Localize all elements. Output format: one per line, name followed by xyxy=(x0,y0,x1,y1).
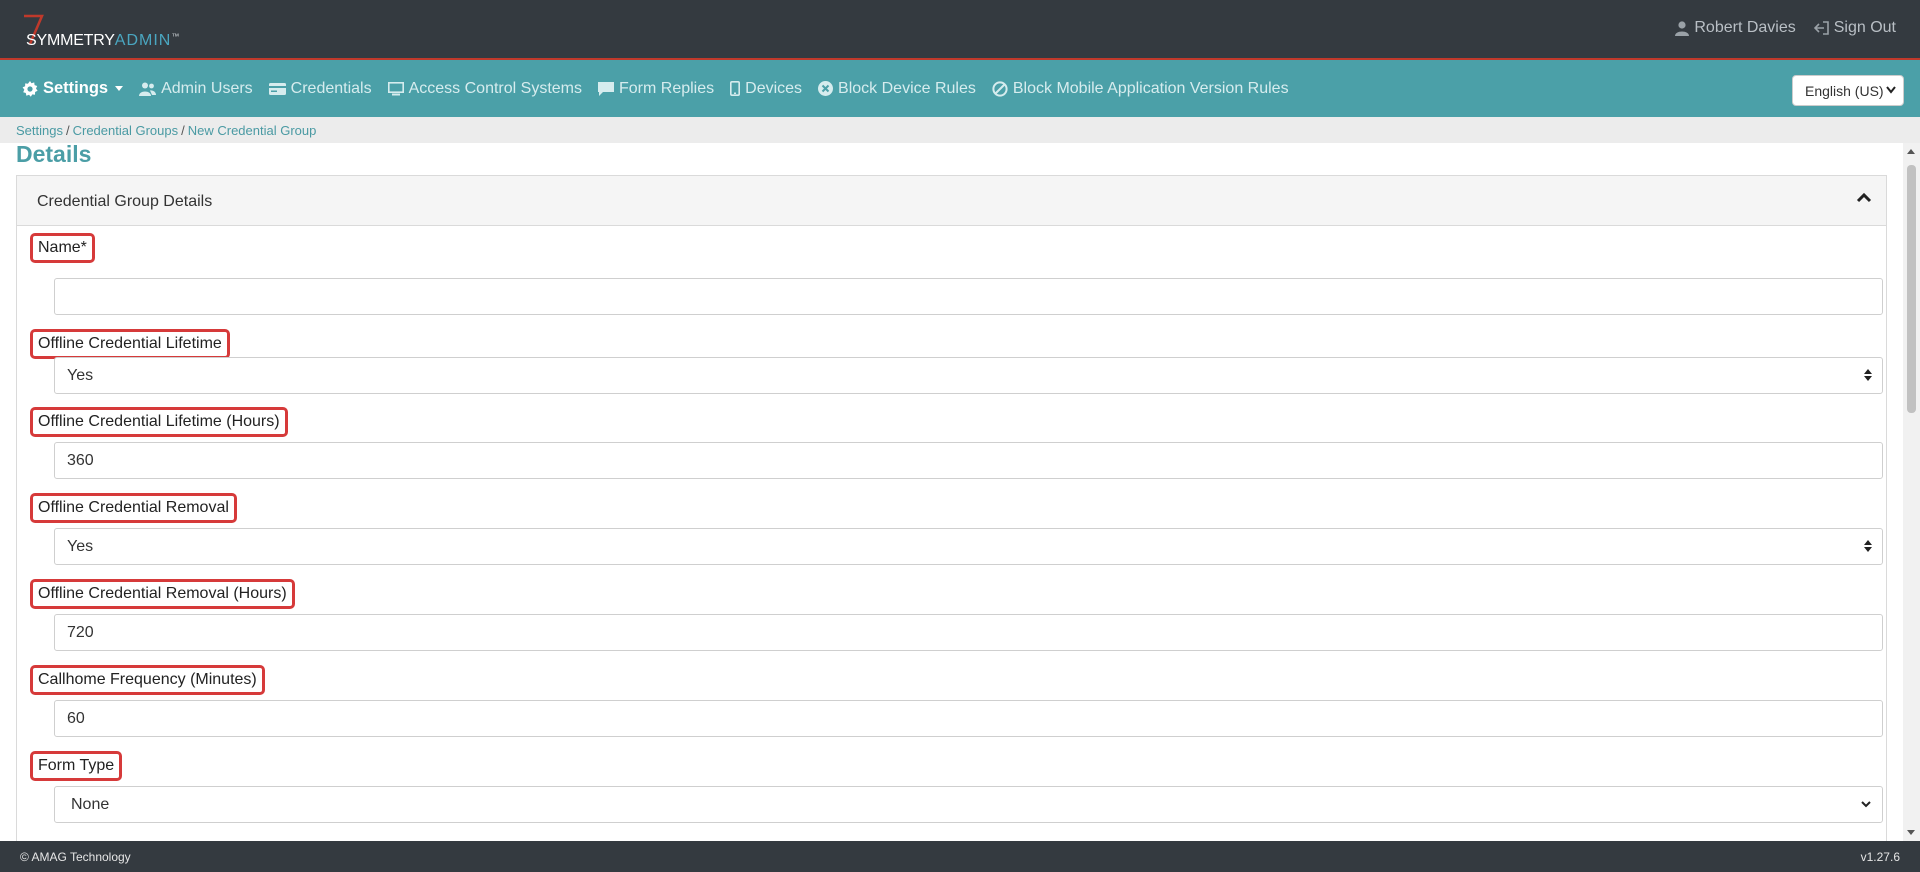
nav-credentials[interactable]: Credentials xyxy=(268,79,372,98)
block-circle-x-icon xyxy=(818,81,834,96)
sort-arrows-icon xyxy=(1864,540,1872,552)
breadcrumb-separator: / xyxy=(65,123,70,138)
nav-form-replies[interactable]: Form Replies xyxy=(598,80,714,98)
name-label: Name* xyxy=(30,233,95,263)
logo-text-admin: ADMIN xyxy=(114,32,172,49)
offline-credential-removal-value: Yes xyxy=(67,538,94,555)
offline-credential-lifetime-hours-input[interactable]: 360 xyxy=(54,442,1883,479)
form-type-select[interactable]: None xyxy=(54,786,1883,823)
offline-credential-removal-hours-label: Offline Credential Removal (Hours) xyxy=(30,579,295,609)
user-name: Robert Davies xyxy=(1694,19,1796,36)
sign-out-link[interactable]: Sign Out xyxy=(1813,19,1896,37)
callhome-frequency-value: 60 xyxy=(67,710,85,727)
top-bar: SYMMETRYADMIN™ Robert Davies Sign Out xyxy=(0,0,1920,60)
offline-credential-lifetime-label: Offline Credential Lifetime xyxy=(30,329,230,359)
offline-credential-lifetime-hours-label: Offline Credential Lifetime (Hours) xyxy=(30,407,288,437)
mobile-icon xyxy=(730,81,741,96)
footer-copyright: © AMAG Technology xyxy=(20,850,131,864)
monitor-icon xyxy=(387,81,404,95)
callhome-frequency-label: Callhome Frequency (Minutes) xyxy=(30,665,265,695)
nav-form-replies-label: Form Replies xyxy=(619,79,715,97)
offline-credential-removal-hours-value: 720 xyxy=(67,624,94,641)
card-header-title: Credential Group Details xyxy=(37,193,213,210)
breadcrumb-settings[interactable]: Settings xyxy=(16,123,63,138)
form-type-value: None xyxy=(71,796,110,813)
offline-credential-removal-select[interactable]: Yes xyxy=(54,528,1883,565)
offline-credential-lifetime-hours-value: 360 xyxy=(67,452,94,469)
nav-access-control-systems[interactable]: Access Control Systems xyxy=(387,79,582,98)
callhome-frequency-input[interactable]: 60 xyxy=(54,700,1883,737)
chevron-down-icon xyxy=(1861,801,1871,808)
offline-credential-removal-label: Offline Credential Removal xyxy=(30,493,237,523)
nav-settings-dropdown[interactable]: Settings xyxy=(22,79,124,98)
logo-text: SYMMETRYADMIN™ xyxy=(26,32,179,50)
nav-settings-label: Settings xyxy=(43,79,109,97)
users-icon xyxy=(139,82,157,96)
sort-arrows-icon xyxy=(1864,369,1872,381)
language-select[interactable]: English (US) xyxy=(1792,75,1904,106)
breadcrumb-separator: / xyxy=(181,123,185,138)
sign-out-icon xyxy=(1813,21,1829,35)
page-title: Details xyxy=(16,141,92,167)
nav-admin-users[interactable]: Admin Users xyxy=(139,80,253,98)
comment-icon xyxy=(598,81,614,96)
page-scrollbar[interactable] xyxy=(1903,143,1920,841)
ban-icon xyxy=(992,80,1008,97)
chevron-down-icon xyxy=(1886,86,1896,94)
offline-credential-lifetime-value: Yes xyxy=(67,367,94,384)
user-profile-link[interactable]: Robert Davies xyxy=(1675,19,1796,37)
breadcrumb-credential-groups[interactable]: Credential Groups xyxy=(73,123,179,138)
user-icon xyxy=(1675,20,1690,36)
nav-access-control-systems-label: Access Control Systems xyxy=(408,79,582,97)
breadcrumb: Settings / Credential Groups / New Credentia… xyxy=(16,123,316,138)
nav-devices-label: Devices xyxy=(745,79,803,97)
nav-block-mobile-app-version-rules-label: Block Mobile Application Version Rules xyxy=(1012,79,1289,97)
scroll-up-arrow-icon[interactable] xyxy=(1907,149,1915,154)
name-input[interactable] xyxy=(54,278,1883,315)
logo-text-symmetry: SYMMETRY xyxy=(26,32,115,49)
nav-block-device-rules[interactable]: Block Device Rules xyxy=(818,80,976,98)
form-type-label: Form Type xyxy=(30,751,123,781)
nav-block-mobile-app-version-rules[interactable]: Block Mobile Application Version Rules xyxy=(992,80,1289,98)
offline-credential-removal-hours-input[interactable]: 720 xyxy=(54,614,1883,651)
credential-card-icon xyxy=(268,82,286,95)
offline-credential-lifetime-select[interactable]: Yes xyxy=(54,357,1883,394)
gear-icon xyxy=(22,80,38,97)
nav-devices[interactable]: Devices xyxy=(730,80,802,98)
nav-block-device-rules-label: Block Device Rules xyxy=(838,79,976,97)
footer: © AMAG Technology v1.27.6 xyxy=(0,841,1920,872)
scroll-down-arrow-icon[interactable] xyxy=(1907,830,1915,835)
card-header[interactable]: Credential Group Details xyxy=(17,176,1886,226)
footer-version: v1.27.6 xyxy=(1860,850,1900,864)
breadcrumb-new-credential-group[interactable]: New Credential Group xyxy=(188,123,317,138)
nav-admin-users-label: Admin Users xyxy=(161,79,253,97)
scrollbar-thumb[interactable] xyxy=(1907,165,1916,413)
sign-out-label: Sign Out xyxy=(1833,19,1896,36)
language-select-value: English (US) xyxy=(1805,83,1884,99)
credential-group-details-card: Credential Group Details Name* Offline C… xyxy=(16,175,1887,855)
nav-credentials-label: Credentials xyxy=(290,79,372,97)
chevron-up-icon[interactable] xyxy=(1856,192,1872,204)
breadcrumb-bar: Settings / Credential Groups / New Credentia… xyxy=(0,117,1920,143)
logo-trademark: ™ xyxy=(171,32,180,41)
main-nav-bar: Settings Admin Users Credentials Access … xyxy=(0,60,1920,117)
caret-down-icon xyxy=(115,86,124,91)
